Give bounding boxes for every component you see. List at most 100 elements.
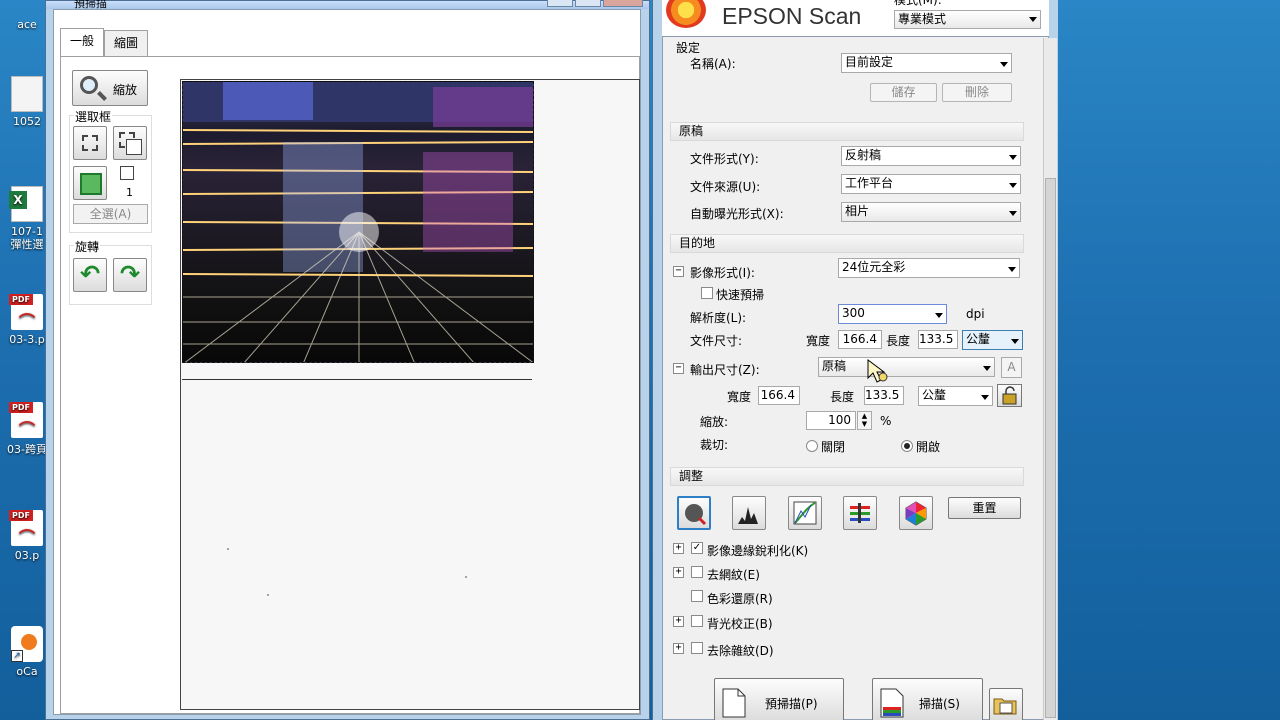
tone-curve-button[interactable] <box>788 496 822 530</box>
close-button[interactable] <box>603 0 643 7</box>
minimize-button[interactable] <box>547 0 573 7</box>
delete-settings-button[interactable]: 刪除 <box>942 83 1012 102</box>
auto-exposure-button[interactable] <box>677 496 711 530</box>
auto-exposure-select[interactable]: 相片 <box>841 202 1021 222</box>
desktop-icon-ace[interactable]: ace <box>4 8 50 31</box>
epson-logo-text: EPSON Scan <box>722 3 862 29</box>
preview-tabs: 一般 縮圖 <box>60 28 149 56</box>
rotate-left-button[interactable]: ↶ <box>73 258 107 292</box>
marquee-copy-button[interactable] <box>113 126 147 160</box>
document-type-label: 文件形式(Y): <box>690 152 759 166</box>
document-source-select[interactable]: 工作平台 <box>841 174 1021 194</box>
maximize-button[interactable] <box>575 0 601 7</box>
pdf-file-icon: PDF ⌒ <box>9 294 43 331</box>
image-type-select[interactable]: 24位元全彩 <box>838 258 1020 278</box>
preview-scan-area[interactable] <box>180 79 640 710</box>
name-label: 名稱(A): <box>690 57 736 71</box>
scan-button[interactable]: 掃描(S) <box>872 678 983 720</box>
scale-field[interactable]: 100 <box>806 411 856 430</box>
sharpen-checkbox[interactable]: ✓ <box>691 542 703 554</box>
expand-backlight-button[interactable]: + <box>673 616 684 627</box>
auto-locate-button[interactable] <box>73 166 107 200</box>
scrollbar-thumb[interactable] <box>1045 178 1056 718</box>
settings-group-title: 設定 <box>676 41 701 55</box>
mode-label: 模式(M): <box>894 0 942 7</box>
mode-select[interactable]: 專業模式 <box>894 10 1041 29</box>
selection-frame-title: 選取框 <box>74 108 113 125</box>
open-folder-button[interactable] <box>989 688 1023 720</box>
backlight-checkbox[interactable] <box>691 615 703 627</box>
expand-sharpen-button[interactable]: + <box>673 543 684 554</box>
scan-label: 掃描(S) <box>919 697 960 711</box>
rotate-left-icon: ↶ <box>79 260 101 288</box>
expand-dust-button[interactable]: + <box>673 643 684 654</box>
pdf-file-icon: PDF ⌒ <box>9 402 43 439</box>
tab-thumbnail[interactable]: 縮圖 <box>104 30 149 56</box>
auto-exposure-icon <box>685 504 707 526</box>
output-width-field[interactable]: 166.4 <box>758 386 800 405</box>
tab-general[interactable]: 一般 <box>60 28 105 56</box>
output-size-collapse-button[interactable]: − <box>673 363 684 374</box>
trim-off-radio[interactable] <box>806 440 818 452</box>
preview-photo-marquee[interactable] <box>182 81 534 363</box>
scale-percent: % <box>880 414 892 428</box>
city-night-photo <box>183 82 533 362</box>
epson-header: EPSON Scan 模式(M): 專業模式 <box>662 0 1049 36</box>
aspect-lock-button[interactable] <box>997 384 1022 407</box>
doc-width-field[interactable]: 166.4 <box>838 330 882 349</box>
rotate-right-button[interactable]: ↷ <box>113 258 147 292</box>
resolution-label: 解析度(L): <box>690 311 747 325</box>
color-balance-icon <box>850 503 870 523</box>
descreen-checkbox[interactable] <box>691 566 703 578</box>
doc-unit-value: 公釐 <box>966 332 991 346</box>
acrobat-icon: ⌒ <box>19 528 36 547</box>
histogram-button[interactable] <box>732 496 766 530</box>
output-size-edit-button[interactable]: A <box>1001 357 1022 378</box>
expand-descreen-button[interactable]: + <box>673 567 684 578</box>
desktop-icon-pdf-1[interactable]: PDF ⌒ 03-3.p <box>4 294 50 346</box>
desktop-icon-pdf-3[interactable]: PDF ⌒ 03.p <box>4 510 50 562</box>
resolution-combobox[interactable]: 300 <box>838 304 947 324</box>
preview-title-bar: 預掃描 <box>46 0 649 10</box>
select-all-button[interactable]: 全選(A) <box>73 204 148 224</box>
desktop-icon-oca[interactable]: ↗ oCa <box>4 626 50 678</box>
settings-scrollbar[interactable] <box>1043 38 1057 720</box>
color-restore-checkbox[interactable] <box>691 590 703 602</box>
image-type-collapse-button[interactable]: − <box>673 266 684 277</box>
doc-unit-select[interactable]: 公釐 <box>962 330 1023 350</box>
desktop-icon-xls[interactable]: X 107-1 彈性選 <box>4 186 50 251</box>
selection-frame-group: 選取框 1 全選(A) <box>69 108 152 233</box>
color-palette-button[interactable] <box>899 496 933 530</box>
auto-exposure-value: 相片 <box>845 204 870 218</box>
name-select[interactable]: 目前設定 <box>841 53 1012 73</box>
image-adjust-button[interactable] <box>843 496 877 530</box>
doc-height-field[interactable]: 133.5 <box>918 330 958 349</box>
chevron-down-icon <box>1000 62 1008 67</box>
page-icon <box>722 688 746 718</box>
desktop-icon-1052[interactable]: 1052 <box>4 76 50 128</box>
zoom-button[interactable]: 縮放 <box>72 70 148 106</box>
color-palette-icon <box>905 501 927 526</box>
chevron-down-icon <box>1008 267 1016 272</box>
shortcut-arrow-icon: ↗ <box>11 650 23 662</box>
output-height-field[interactable]: 133.5 <box>864 386 904 405</box>
copy-marquee-back-icon <box>126 139 142 155</box>
marquee-delete-button[interactable] <box>73 126 107 160</box>
scale-spinner[interactable]: ▲ ▼ <box>857 411 872 430</box>
save-settings-button[interactable]: 儲存 <box>870 83 937 102</box>
output-size-select[interactable]: 原稿 <box>818 357 995 377</box>
desktop-icon-pdf-2[interactable]: PDF ⌒ 03-跨頁 <box>4 402 50 457</box>
scale-label: 縮放: <box>700 415 729 429</box>
adjust-section-header: 調整 <box>670 467 1024 486</box>
rotate-group: 旋轉 ↶ ↷ <box>69 238 152 305</box>
dust-speck <box>267 594 269 596</box>
scan-divider-line <box>182 379 532 380</box>
chevron-down-icon <box>1009 155 1017 160</box>
document-type-select[interactable]: 反射稿 <box>841 146 1021 166</box>
dust-removal-checkbox[interactable] <box>691 642 703 654</box>
trim-on-radio[interactable] <box>901 440 913 452</box>
preview-scan-button[interactable]: 預掃描(P) <box>714 678 844 720</box>
quick-preview-checkbox[interactable] <box>701 287 713 299</box>
output-unit-select[interactable]: 公釐 <box>918 386 993 406</box>
reset-button[interactable]: 重置 <box>948 497 1021 519</box>
